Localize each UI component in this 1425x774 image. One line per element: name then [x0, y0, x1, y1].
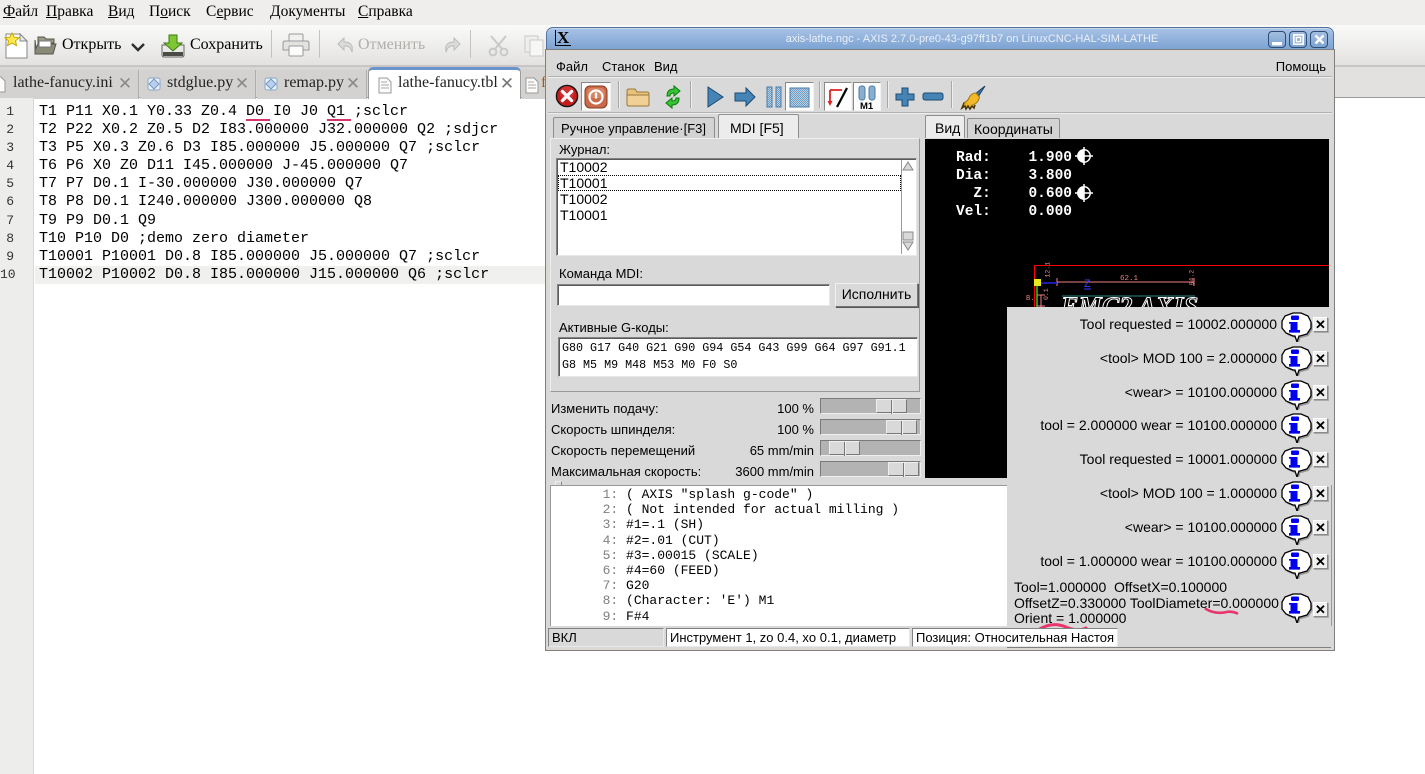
- svg-text:0.1: 0.1: [1043, 288, 1050, 300]
- svg-text:62.1: 62.1: [1120, 275, 1139, 283]
- svg-text:B.: B.: [1026, 295, 1034, 303]
- svg-text:12.1: 12.1: [1045, 262, 1052, 278]
- svg-text:94.2: 94.2: [1189, 270, 1196, 286]
- svg-text:M1: M1: [860, 101, 874, 110]
